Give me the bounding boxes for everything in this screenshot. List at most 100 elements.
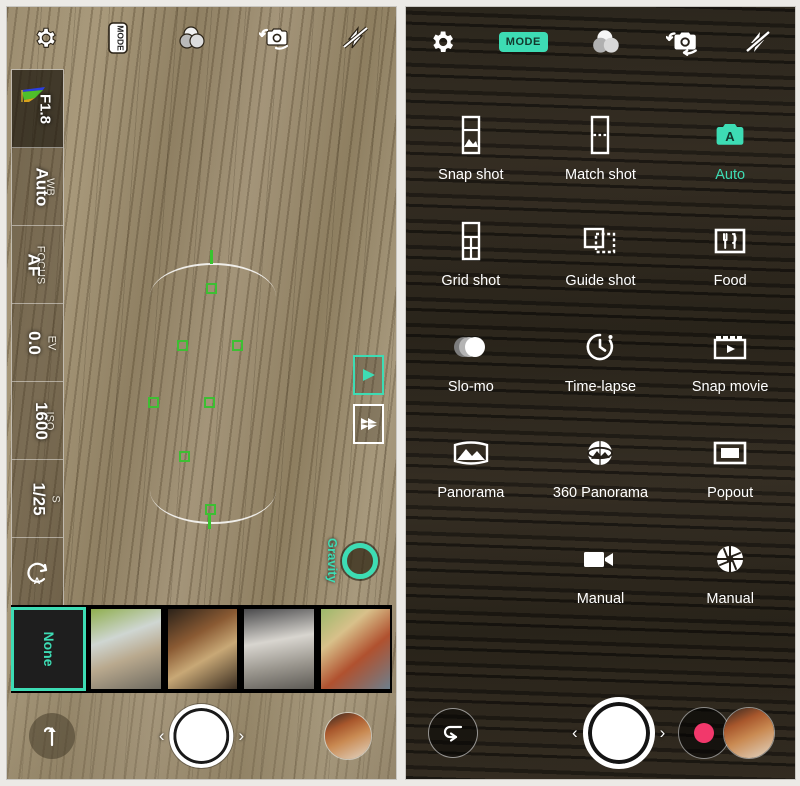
flash-button[interactable] [341, 25, 371, 51]
burst-play-toggle[interactable] [353, 404, 384, 444]
mode-item-time-lapse[interactable]: Time-lapse [536, 327, 666, 395]
mode-label: Panorama [437, 485, 505, 501]
aperture-icon [714, 539, 746, 579]
filter-item-thumb-1[interactable] [89, 607, 163, 691]
mode-item-auto[interactable]: A Auto [665, 115, 795, 183]
video-camera-icon [582, 539, 618, 579]
mode-label: Slo-mo [447, 379, 494, 395]
rail-value-ev: 0.0 [24, 330, 44, 355]
focus-tick-top [210, 250, 213, 264]
mode-item-food[interactable]: Food [665, 221, 795, 289]
prev-mode-chevron[interactable]: ‹ [572, 723, 578, 743]
af-point [232, 340, 243, 351]
switch-camera-button[interactable] [258, 24, 291, 52]
af-point [179, 451, 190, 462]
right-phone-mode-menu: MODE Snap shot Match shot A Auto Grid sh… [405, 6, 796, 780]
color-filters-button[interactable] [591, 28, 623, 56]
switch-camera-button[interactable] [666, 27, 700, 57]
mode-item-snap-movie[interactable]: Snap movie [665, 327, 795, 395]
mode-item-popout[interactable]: Popout [665, 433, 795, 501]
play-triangle-icon [362, 369, 375, 381]
rail-value-focus: AF [24, 253, 44, 276]
filter-item-thumb-2[interactable] [165, 607, 240, 691]
rail-cell-shutter-speed[interactable]: S 1/25 [12, 460, 63, 538]
mode-label: Snap movie [691, 379, 769, 395]
focus-tick-bottom [208, 515, 211, 529]
rail-value-iso: 1600 [31, 401, 51, 440]
af-point [177, 340, 188, 351]
mode-item-manual-photo[interactable]: Manual [665, 539, 795, 607]
mode-button[interactable]: MODE [498, 32, 548, 52]
rail-cell-focus[interactable]: FOCUS AF [12, 226, 63, 304]
gallery-thumbnail[interactable] [723, 707, 775, 759]
rail-key-ev: EV [45, 335, 58, 350]
rail-cell-auto-reset[interactable]: A [12, 538, 63, 608]
shutter-button[interactable] [582, 697, 655, 769]
mode-item-slo-mo[interactable]: Slo-mo [406, 327, 536, 395]
mode-label: Grid shot [441, 273, 501, 289]
gravity-level-indicator[interactable]: Gravity [325, 538, 378, 583]
svg-text:MODE: MODE [116, 25, 126, 51]
snap-shot-icon [458, 115, 484, 155]
mode-item-match-shot[interactable]: Match shot [536, 115, 666, 183]
grid-shot-icon [458, 221, 484, 261]
switch-camera-icon [666, 32, 698, 56]
rail-cell-aperture[interactable]: F1.8 [12, 70, 63, 148]
filter-item-thumb-3[interactable] [242, 607, 316, 691]
mode-item-snap-shot[interactable]: Snap shot [406, 115, 536, 183]
filter-item-label: None [40, 631, 57, 667]
mode-label: Snap shot [438, 167, 504, 183]
af-point [206, 283, 217, 294]
record-dot-icon [694, 723, 714, 743]
back-button[interactable] [428, 708, 478, 758]
mode-label: Popout [707, 485, 754, 501]
mode-item-empty [406, 539, 536, 607]
mode-item-grid-shot[interactable]: Grid shot [406, 221, 536, 289]
switch-camera-icon [258, 28, 288, 50]
flash-off-icon [342, 26, 369, 49]
color-filters-icon [179, 26, 206, 49]
mode-item-manual-video[interactable]: Manual [536, 539, 666, 607]
svg-text:A: A [33, 576, 40, 586]
multi-arrow-icon [360, 418, 377, 430]
snap-movie-icon [712, 327, 748, 367]
panorama-icon [452, 433, 490, 473]
upload-button[interactable] [29, 713, 75, 759]
shutter-button[interactable] [169, 704, 234, 768]
settings-button[interactable] [32, 25, 58, 51]
af-point [205, 504, 216, 515]
next-mode-chevron[interactable]: › [239, 726, 245, 746]
mode-button[interactable]: MODE [108, 22, 129, 54]
next-mode-chevron[interactable]: › [660, 723, 666, 743]
mode-item-360-panorama[interactable]: 360 Panorama [536, 433, 666, 501]
viewfinder-bottom-bar: ‹ › [7, 693, 396, 779]
food-icon [713, 221, 747, 261]
mode-label: Food [713, 273, 747, 289]
rail-value-shutter-speed: 1/25 [29, 481, 49, 516]
flash-button[interactable] [743, 28, 773, 56]
mode-label: Guide shot [565, 273, 636, 289]
left-phone-viewfinder: MODE F1.8 WB Auto FOCUS AF EV 0.0 ISO 16… [6, 6, 397, 780]
color-filters-icon [593, 30, 619, 53]
prev-mode-chevron[interactable]: ‹ [159, 726, 165, 746]
settings-button[interactable] [428, 28, 456, 56]
filter-item-thumb-4[interactable] [318, 607, 393, 691]
auto-reset-icon: A [26, 562, 47, 586]
gravity-label: Gravity [325, 538, 340, 583]
back-arrow-icon [443, 725, 463, 742]
rail-cell-ev[interactable]: EV 0.0 [12, 304, 63, 382]
single-play-toggle[interactable] [353, 355, 384, 395]
match-shot-icon [587, 115, 613, 155]
color-filters-button[interactable] [178, 25, 208, 51]
rail-cell-iso[interactable]: ISO 1600 [12, 382, 63, 460]
mode-item-guide-shot[interactable]: Guide shot [536, 221, 666, 289]
af-point [204, 397, 215, 408]
mode-grid: Snap shot Match shot A Auto Grid shot Gu… [406, 115, 795, 607]
screenshot-root: MODE F1.8 WB Auto FOCUS AF EV 0.0 ISO 16… [0, 0, 800, 786]
rail-cell-wb[interactable]: WB Auto [12, 148, 63, 226]
gallery-thumbnail[interactable] [324, 712, 372, 760]
mode-item-panorama[interactable]: Panorama [406, 433, 536, 501]
auto-camera-icon: A [713, 115, 747, 155]
mode-label: 360 Panorama [552, 485, 649, 501]
filter-item-none[interactable]: None [11, 607, 87, 691]
